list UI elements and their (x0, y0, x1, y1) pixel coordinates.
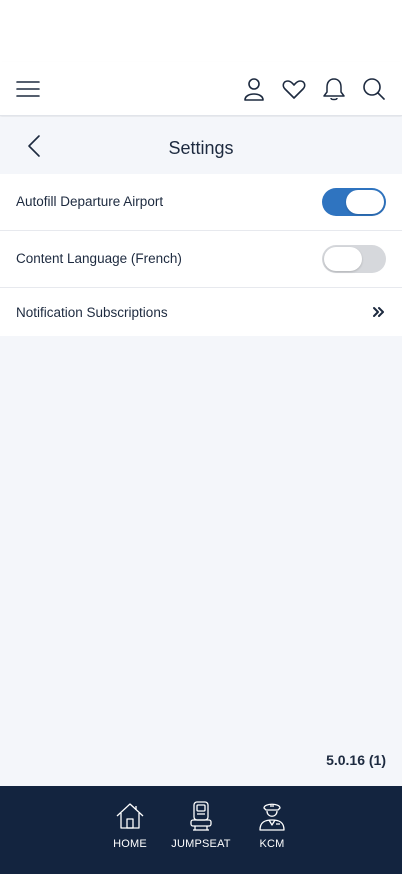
app-header (0, 62, 402, 116)
setting-row-language: Content Language (French) (0, 231, 402, 288)
tab-kcm[interactable]: KCM (237, 800, 307, 850)
search-icon[interactable] (361, 76, 387, 102)
profile-icon[interactable] (241, 76, 267, 102)
setting-row-notifications[interactable]: Notification Subscriptions (0, 288, 402, 336)
language-toggle[interactable] (322, 245, 386, 273)
pilot-icon (256, 800, 288, 832)
seat-icon (185, 800, 217, 832)
status-area (0, 0, 402, 62)
toggle-knob (324, 247, 362, 271)
app-version: 5.0.16 (1) (326, 752, 386, 768)
setting-label-notifications: Notification Subscriptions (16, 305, 168, 320)
autofill-toggle[interactable] (322, 188, 386, 216)
settings-screen: Settings Autofill Departure Airport Cont… (0, 0, 402, 874)
setting-row-autofill: Autofill Departure Airport (0, 174, 402, 231)
home-icon (114, 800, 146, 832)
setting-label-autofill: Autofill Departure Airport (16, 194, 164, 209)
title-bar: Settings (0, 117, 402, 174)
menu-icon[interactable] (15, 76, 41, 102)
setting-label-language: Content Language (French) (16, 251, 182, 266)
toggle-knob (346, 190, 384, 214)
chevron-double-right-icon[interactable] (372, 305, 386, 319)
tab-bar: HOME JUMPSEAT KCM (0, 786, 402, 874)
bell-icon[interactable] (321, 76, 347, 102)
page-title: Settings (168, 138, 234, 158)
heart-icon[interactable] (281, 76, 307, 102)
tab-home-label: HOME (113, 838, 147, 850)
tab-kcm-label: KCM (259, 838, 285, 850)
settings-list: Autofill Departure Airport Content Langu… (0, 174, 402, 336)
tab-home[interactable]: HOME (95, 800, 165, 850)
tab-jumpseat[interactable]: JUMPSEAT (166, 800, 236, 850)
tab-jumpseat-label: JUMPSEAT (171, 838, 231, 850)
